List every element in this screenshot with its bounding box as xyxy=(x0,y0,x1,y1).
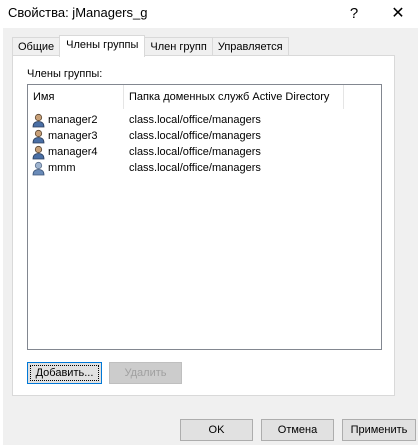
column-header-folder[interactable]: Папка доменных служб Active Directory xyxy=(124,85,344,109)
title-bar[interactable]: Свойства: jManagers_g ? ✕ xyxy=(0,0,418,28)
member-name-cell: manager3 xyxy=(28,129,124,144)
column-header-name[interactable]: Имя xyxy=(28,85,124,109)
tab-strip: Общие Члены группы Член групп Управляетс… xyxy=(12,35,289,57)
help-icon[interactable]: ? xyxy=(340,2,368,24)
list-item[interactable]: manager4 class.local/office/managers xyxy=(28,144,381,160)
remove-button[interactable]: Удалить xyxy=(109,362,182,384)
window-edge xyxy=(0,28,3,445)
list-item[interactable]: manager3 class.local/office/managers xyxy=(28,128,381,144)
members-list[interactable]: Имя Папка доменных служб Active Director… xyxy=(27,84,382,350)
members-panel: Члены группы: Имя Папка доменных служб A… xyxy=(12,55,395,396)
tab-members[interactable]: Члены группы xyxy=(59,35,146,57)
ok-button[interactable]: OK xyxy=(180,419,253,441)
member-name-cell: manager2 xyxy=(28,113,124,128)
member-name: manager3 xyxy=(48,130,98,142)
member-name: manager4 xyxy=(48,146,98,158)
list-item[interactable]: mmm class.local/office/managers xyxy=(28,160,381,176)
close-icon[interactable]: ✕ xyxy=(384,2,412,24)
list-header: Имя Папка доменных служб Active Director… xyxy=(28,85,381,109)
tab-member-of[interactable]: Член групп xyxy=(144,37,213,56)
member-name: manager2 xyxy=(48,114,98,126)
member-name: mmm xyxy=(48,162,76,174)
properties-dialog: Свойства: jManagers_g ? ✕ Общие Члены гр… xyxy=(0,0,418,445)
tab-managed-by[interactable]: Управляется xyxy=(211,37,289,56)
add-button[interactable]: Добавить... xyxy=(27,362,102,384)
member-folder: class.local/office/managers xyxy=(129,130,261,142)
member-name-cell: manager4 xyxy=(28,145,124,160)
user-icon xyxy=(32,161,45,175)
tab-general[interactable]: Общие xyxy=(12,37,61,56)
member-folder: class.local/office/managers xyxy=(129,114,261,126)
cancel-button[interactable]: Отмена xyxy=(261,419,334,441)
members-label: Члены группы: xyxy=(27,68,103,80)
member-name-cell: mmm xyxy=(28,161,124,176)
user-icon xyxy=(32,129,45,143)
member-folder: class.local/office/managers xyxy=(129,146,261,158)
member-folder: class.local/office/managers xyxy=(129,162,261,174)
apply-button[interactable]: Применить xyxy=(342,419,416,441)
user-icon xyxy=(32,145,45,159)
list-rows: manager2 class.local/office/managers man… xyxy=(28,112,381,176)
list-item[interactable]: manager2 class.local/office/managers xyxy=(28,112,381,128)
user-icon xyxy=(32,113,45,127)
window-title: Свойства: jManagers_g xyxy=(8,5,148,20)
